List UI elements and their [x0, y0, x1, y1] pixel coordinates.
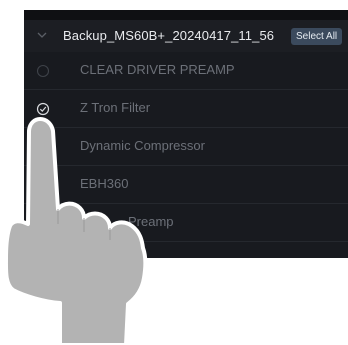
select-all-button[interactable]: Select All: [291, 28, 343, 45]
list-item-label: Z Tron Filter: [80, 100, 151, 115]
backup-group-header[interactable]: Backup_MS60B+_20240417_11_56 Select All: [24, 20, 348, 52]
backup-group-title: Backup_MS60B+_20240417_11_56: [63, 28, 275, 43]
list-item-label: Dynamic Compressor: [80, 138, 205, 153]
radio-unchecked-icon[interactable]: [36, 64, 50, 78]
list-item-label: CLEAR DRIVER PREAMP: [80, 62, 235, 77]
radio-unchecked-icon[interactable]: [36, 178, 50, 192]
list-item[interactable]: CLEAR DRIVER PREAMP: [24, 52, 348, 90]
screenshot-stage: Backup_MS60B+_20240417_11_56 Select All …: [0, 0, 348, 345]
list-item[interactable]: EBH360: [24, 166, 348, 204]
list-item-label: Preamp: [128, 214, 174, 229]
list-item-label: EBH360: [80, 176, 129, 191]
list-item[interactable]: Z Tron Filter: [24, 90, 348, 128]
radio-unchecked-icon[interactable]: [36, 140, 50, 154]
backup-list-panel: Backup_MS60B+_20240417_11_56 Select All …: [24, 10, 348, 258]
checkmark-circle-icon[interactable]: [36, 102, 50, 116]
list-item[interactable]: Preamp: [64, 204, 348, 242]
top-strip: [24, 10, 348, 20]
list-item[interactable]: Dynamic Compressor: [24, 128, 348, 166]
chevron-down-icon[interactable]: [36, 29, 48, 41]
